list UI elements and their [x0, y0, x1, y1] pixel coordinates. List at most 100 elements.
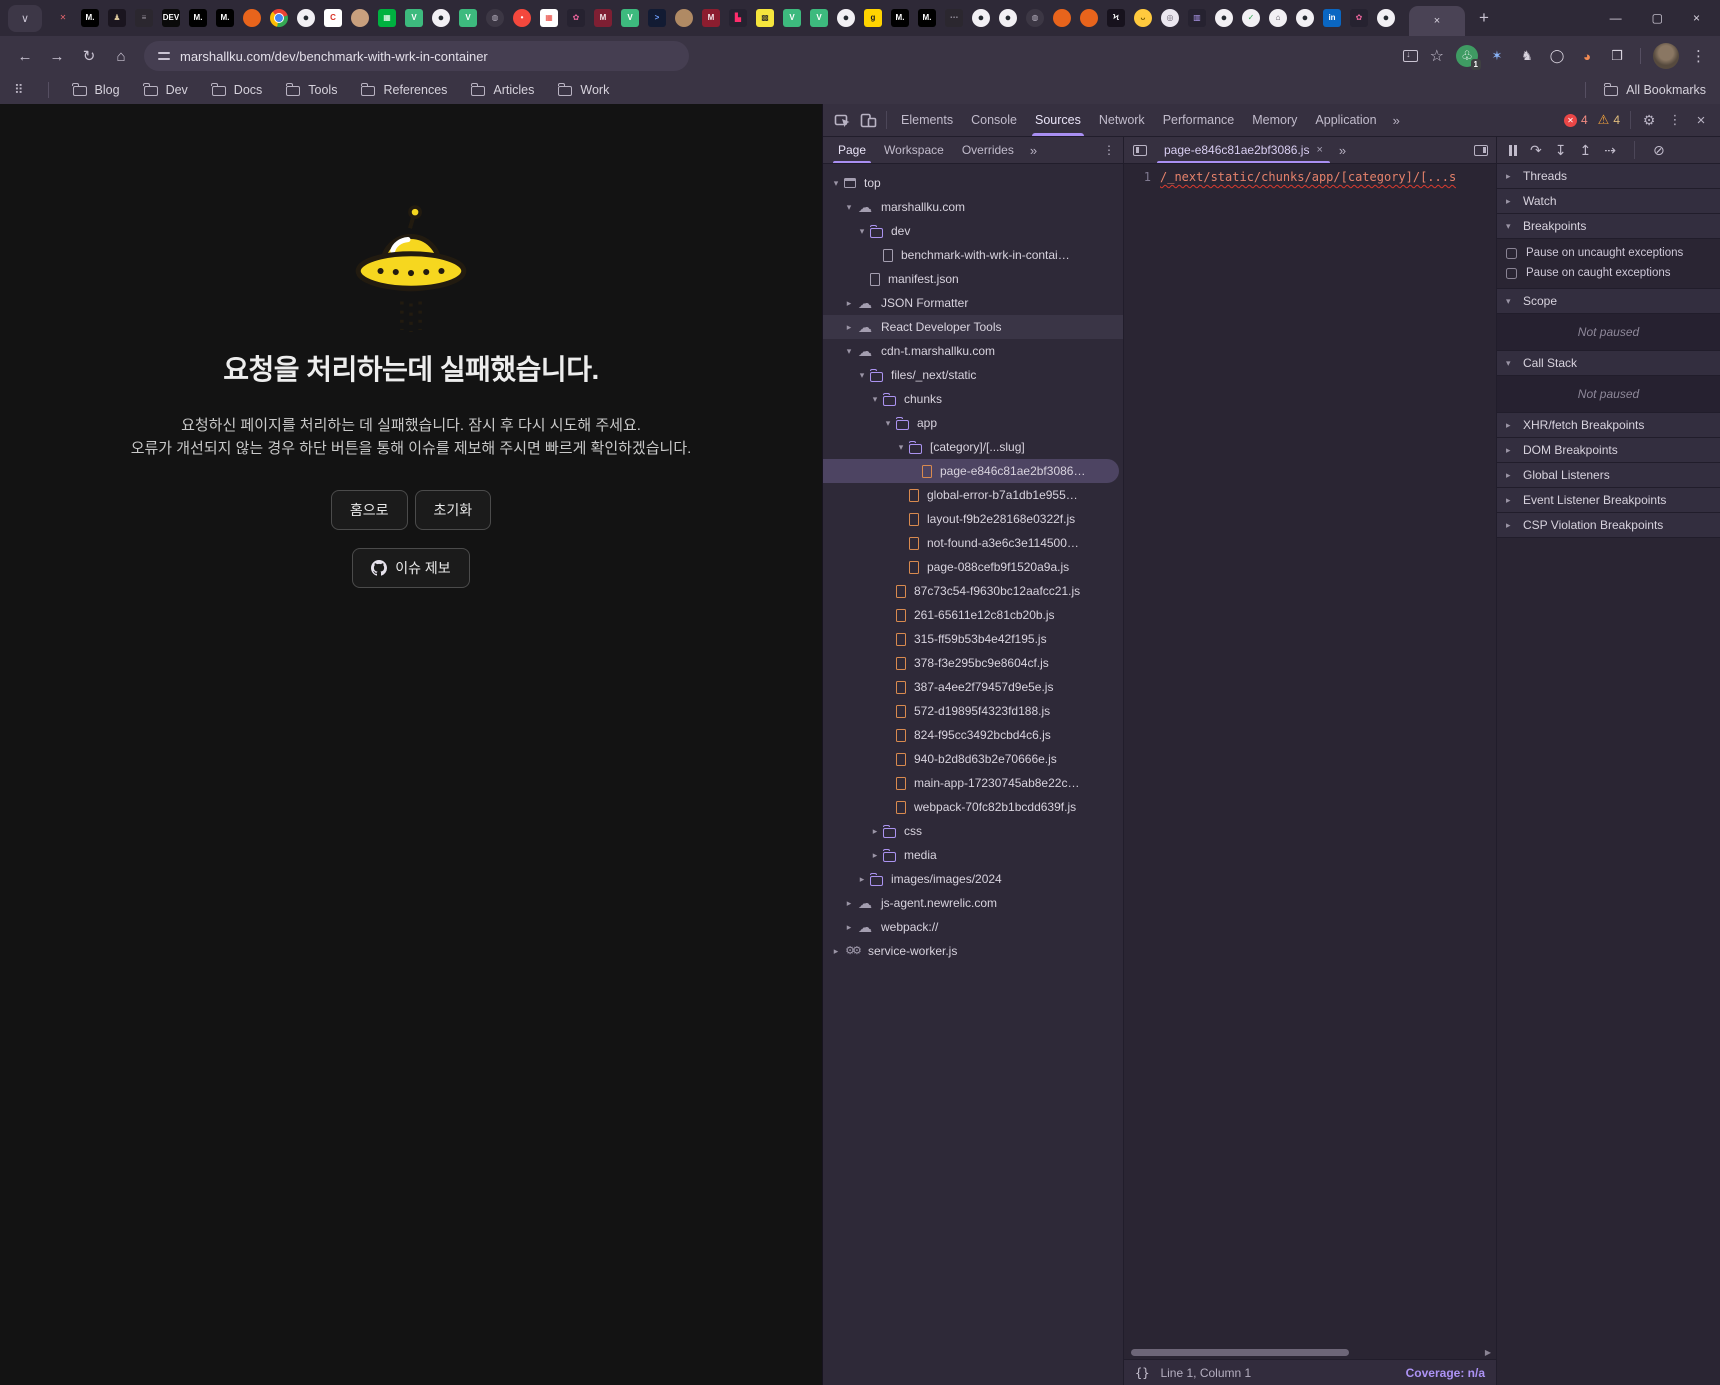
tree-chevron-icon[interactable]: ▾ — [855, 370, 869, 381]
tree-item[interactable]: ▾ chunks — [823, 387, 1123, 411]
step-over-icon[interactable]: ↷ — [1530, 143, 1542, 157]
tree-item[interactable]: ▾ app — [823, 411, 1123, 435]
maximize-icon[interactable]: ▢ — [1652, 11, 1663, 25]
home-icon[interactable]: ⌂ — [106, 41, 136, 71]
code-area[interactable]: 1 /_next/static/chunks/app/[category]/[.… — [1124, 164, 1496, 1346]
tree-item[interactable]: ▾ cdn-t.marshallku.com — [823, 339, 1123, 363]
tab-favicon[interactable]: ▥ — [1188, 9, 1206, 27]
tree-chevron-icon[interactable]: ▸ — [842, 322, 856, 333]
tree-chevron-icon[interactable]: ▾ — [842, 346, 856, 357]
tree-item[interactable]: ▸ js-agent.newrelic.com — [823, 891, 1123, 915]
section-breakpoints[interactable]: ▾ Breakpoints — [1497, 214, 1720, 239]
navigator-tab[interactable]: Workspace — [875, 137, 953, 163]
tree-chevron-icon[interactable]: ▸ — [868, 850, 882, 861]
tab-favicon[interactable]: ✓ — [1242, 9, 1260, 27]
bookmark-folder[interactable]: Work — [558, 83, 609, 97]
tab-favicon[interactable]: M. — [81, 9, 99, 27]
tab-favicon[interactable]: M — [594, 9, 612, 27]
tree-item[interactable]: ▸ media — [823, 843, 1123, 867]
bookmark-folder[interactable]: Dev — [144, 83, 188, 97]
device-toolbar-icon[interactable] — [855, 107, 881, 133]
tab-favicon[interactable]: g — [864, 9, 882, 27]
tree-item[interactable]: webpack-70fc82b1bcdd639f.js — [823, 795, 1123, 819]
tree-chevron-icon[interactable]: ▾ — [855, 226, 869, 237]
tab-favicon[interactable]: ✿ — [567, 9, 585, 27]
tab-favicon[interactable]: ◍ — [486, 9, 504, 27]
scroll-right-icon[interactable]: ▶ — [1485, 1348, 1491, 1357]
devtools-tab[interactable]: Network — [1090, 104, 1154, 136]
inspect-element-icon[interactable] — [829, 107, 855, 133]
hide-navigator-icon[interactable] — [1133, 145, 1147, 156]
tree-chevron-icon[interactable]: ▾ — [829, 178, 843, 189]
devtools-kebab-icon[interactable]: ⋮ — [1662, 107, 1688, 133]
tab-favicon[interactable]: M — [702, 9, 720, 27]
report-issue-button[interactable]: 이슈 제보 — [352, 548, 469, 588]
tree-item[interactable]: main-app-17230745ab8e22c… — [823, 771, 1123, 795]
tree-item[interactable]: ▸ JSON Formatter — [823, 291, 1123, 315]
bookmark-star-icon[interactable]: ☆ — [1430, 46, 1444, 66]
section-watch[interactable]: ▸ Watch — [1497, 189, 1720, 214]
home-button[interactable]: 홈으로 — [331, 490, 408, 530]
bookmark-folder[interactable]: Blog — [73, 83, 120, 97]
error-badge[interactable]: ✕ 4 — [1564, 113, 1588, 127]
pause-uncaught-option[interactable]: Pause on uncaught exceptions — [1497, 243, 1720, 263]
tab-favicon[interactable] — [243, 9, 261, 27]
tree-item[interactable]: ▸ css — [823, 819, 1123, 843]
pause-script-icon[interactable] — [1509, 145, 1517, 156]
tree-item[interactable]: ▾ dev — [823, 219, 1123, 243]
tab-favicon[interactable]: in — [1323, 9, 1341, 27]
section-scope[interactable]: ▾ Scope — [1497, 289, 1720, 314]
tree-item[interactable]: ▸ React Developer Tools — [823, 315, 1123, 339]
address-bar[interactable]: marshallku.com/dev/benchmark-with-wrk-in… — [144, 41, 689, 71]
close-file-icon[interactable]: × — [1316, 144, 1322, 156]
tree-item[interactable]: layout-f9b2e28168e0322f.js — [823, 507, 1123, 531]
tree-chevron-icon[interactable]: ▸ — [842, 898, 856, 909]
tree-chevron-icon[interactable]: ▾ — [842, 202, 856, 213]
extension-icon[interactable]: ♞ — [1516, 45, 1538, 67]
devtools-tab[interactable]: Elements — [892, 104, 962, 136]
tab-favicon[interactable]: ▦ — [378, 9, 396, 27]
tab-favicon[interactable]: ✿ — [1350, 9, 1368, 27]
tab-favicon[interactable]: ◍ — [1026, 9, 1044, 27]
more-files-icon[interactable]: » — [1332, 143, 1353, 158]
tab-favicon[interactable]: ● — [432, 9, 450, 27]
devtools-close-icon[interactable]: × — [1688, 107, 1714, 133]
tree-item[interactable]: 572-d19895f4323fd188.js — [823, 699, 1123, 723]
tree-item[interactable]: benchmark-with-wrk-in-contai… — [823, 243, 1123, 267]
back-icon[interactable]: ← — [10, 41, 40, 71]
bookmark-folder[interactable]: Docs — [212, 83, 262, 97]
tab-favicon[interactable]: M. — [891, 9, 909, 27]
tab-favicon[interactable]: V — [621, 9, 639, 27]
toggle-debugger-sidebar-icon[interactable] — [1474, 145, 1488, 156]
editor-file-tab[interactable]: page-e846c81ae2bf3086.js × — [1155, 137, 1332, 163]
tree-item[interactable]: manifest.json — [823, 267, 1123, 291]
tree-item[interactable]: ▸ webpack:// — [823, 915, 1123, 939]
scrollbar-thumb[interactable] — [1131, 1349, 1349, 1356]
tree-item[interactable]: 87c73c54-f9630bc12aafcc21.js — [823, 579, 1123, 603]
code-line[interactable]: /_next/static/chunks/app/[category]/[...… — [1160, 170, 1456, 1346]
devtools-tab[interactable]: Memory — [1243, 104, 1306, 136]
section-event-listener-breakpoints[interactable]: ▸ Event Listener Breakpoints — [1497, 488, 1720, 513]
tree-item[interactable]: ▾ top — [823, 171, 1123, 195]
bookmark-folder[interactable]: Tools — [286, 83, 337, 97]
tab-favicon[interactable] — [1080, 9, 1098, 27]
new-tab-button[interactable]: + — [1471, 5, 1497, 31]
tab-favicon[interactable]: V — [810, 9, 828, 27]
tree-item[interactable]: not-found-a3e6c3e114500… — [823, 531, 1123, 555]
section-dom-breakpoints[interactable]: ▸ DOM Breakpoints — [1497, 438, 1720, 463]
reset-button[interactable]: 초기화 — [415, 490, 492, 530]
tab-favicon[interactable]: ● — [1377, 9, 1395, 27]
devtools-tab[interactable]: Sources — [1026, 104, 1090, 136]
forward-icon[interactable]: → — [42, 41, 72, 71]
tree-item[interactable]: ▸ images/images/2024 — [823, 867, 1123, 891]
tab-favicon[interactable]: ⋯ — [945, 9, 963, 27]
tab-favicon[interactable]: ✕ — [54, 9, 72, 27]
tab-favicon[interactable]: ● — [1215, 9, 1233, 27]
extension-icon[interactable]: ◯ — [1546, 45, 1568, 67]
tab-favicon[interactable]: ● — [999, 9, 1017, 27]
tab-favicon[interactable]: ● — [837, 9, 855, 27]
tree-item[interactable]: 387-a4ee2f79457d9e5e.js — [823, 675, 1123, 699]
extension-icon[interactable]: ♧1 — [1456, 45, 1478, 67]
tab-favicon[interactable]: • — [513, 9, 531, 27]
extension-icon[interactable]: ✶ — [1486, 45, 1508, 67]
